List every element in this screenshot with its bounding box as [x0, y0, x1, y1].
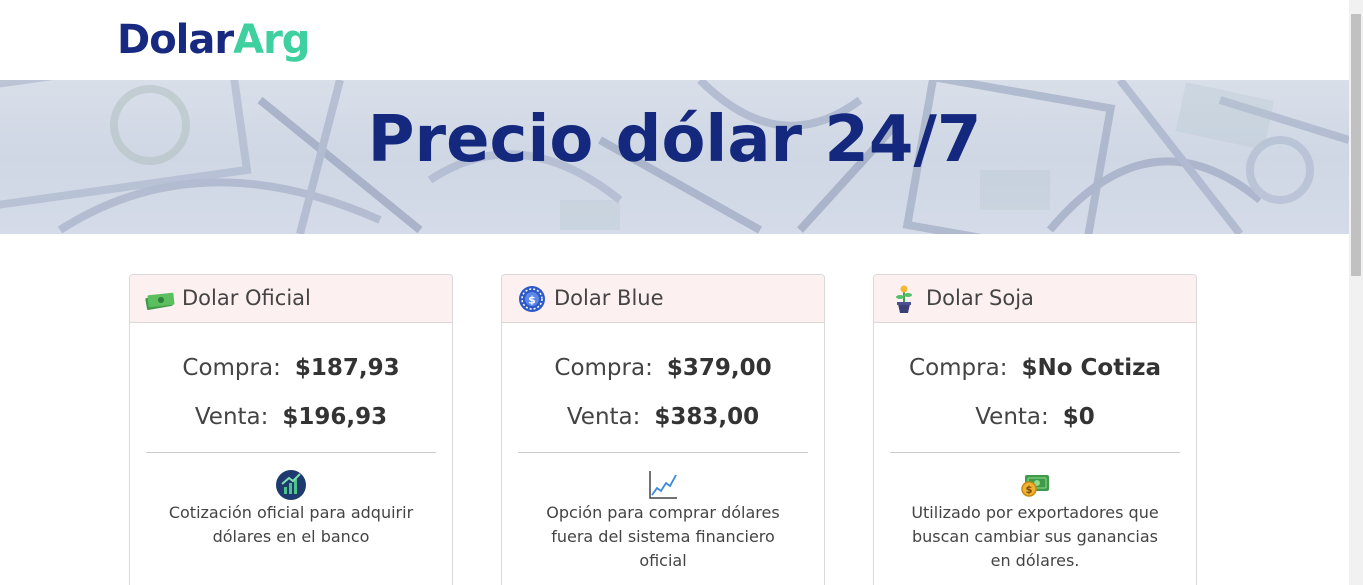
- compra-value: $187,93: [294, 355, 400, 381]
- card-divider: [518, 452, 808, 453]
- scrollbar-thumb[interactable]: [1351, 14, 1361, 276]
- compra-label: Compra:: [554, 355, 653, 381]
- hero-banner: Precio dólar 24/7: [0, 80, 1349, 234]
- card-title: Dolar Soja: [926, 286, 1034, 310]
- card-dolar-oficial: Dolar Oficial Compra: $187,93 Venta: $196,…: [129, 274, 453, 585]
- dollar-coin-icon: $: [519, 286, 545, 312]
- venta-row: Venta: $383,00: [502, 402, 824, 432]
- venta-value: $0: [1062, 404, 1095, 430]
- brand-logo-part1: Dolar: [117, 17, 234, 63]
- venta-label: Venta:: [566, 404, 641, 430]
- venta-value: $196,93: [282, 404, 388, 430]
- card-description: Cotización oficial para adquirir dólares…: [168, 503, 414, 546]
- card-dolar-blue: $ Dolar Blue Compra: $379,00 Venta: $383,0…: [501, 274, 825, 585]
- hero-title: Precio dólar 24/7: [367, 103, 982, 177]
- card-description: Utilizado por exportadores que buscan ca…: [911, 503, 1159, 570]
- card-description: Opción para comprar dólares fuera del si…: [546, 503, 780, 570]
- brand-logo-part2: Arg: [233, 17, 310, 63]
- money-stack-icon: [145, 292, 175, 311]
- card-divider: [146, 452, 436, 453]
- venta-row: Venta: $0: [874, 402, 1196, 432]
- venta-label: Venta:: [194, 404, 269, 430]
- compra-label: Compra:: [909, 355, 1008, 381]
- card-dolar-soja: Dolar Soja Compra: $No Cotiza Venta: $0 $ …: [873, 274, 1197, 585]
- page-scrollbar[interactable]: [1349, 0, 1363, 585]
- card-title: Dolar Blue: [554, 286, 664, 310]
- svg-text:$: $: [1026, 485, 1033, 496]
- card-header: $ Dolar Blue: [502, 275, 824, 323]
- venta-row: Venta: $196,93: [130, 402, 452, 432]
- card-divider: [890, 452, 1180, 453]
- compra-row: Compra: $379,00: [502, 353, 824, 383]
- venta-value: $383,00: [654, 404, 760, 430]
- svg-text:$: $: [528, 294, 536, 307]
- compra-row: Compra: $No Cotiza: [874, 353, 1196, 383]
- card-header: Dolar Soja: [874, 275, 1196, 323]
- growth-chart-icon: [276, 470, 306, 500]
- card-header: Dolar Oficial: [130, 275, 452, 323]
- venta-label: Venta:: [975, 404, 1049, 430]
- card-title: Dolar Oficial: [182, 286, 311, 310]
- compra-value: $No Cotiza: [1021, 355, 1161, 381]
- cash-coin-icon: $: [1021, 475, 1049, 497]
- brand-logo[interactable]: DolarArg: [117, 16, 310, 64]
- line-chart-icon: [649, 471, 677, 499]
- compra-label: Compra:: [182, 355, 281, 381]
- compra-value: $379,00: [666, 355, 772, 381]
- compra-row: Compra: $187,93: [130, 353, 452, 383]
- site-header: DolarArg: [0, 0, 1349, 80]
- plant-pot-icon: [896, 285, 912, 313]
